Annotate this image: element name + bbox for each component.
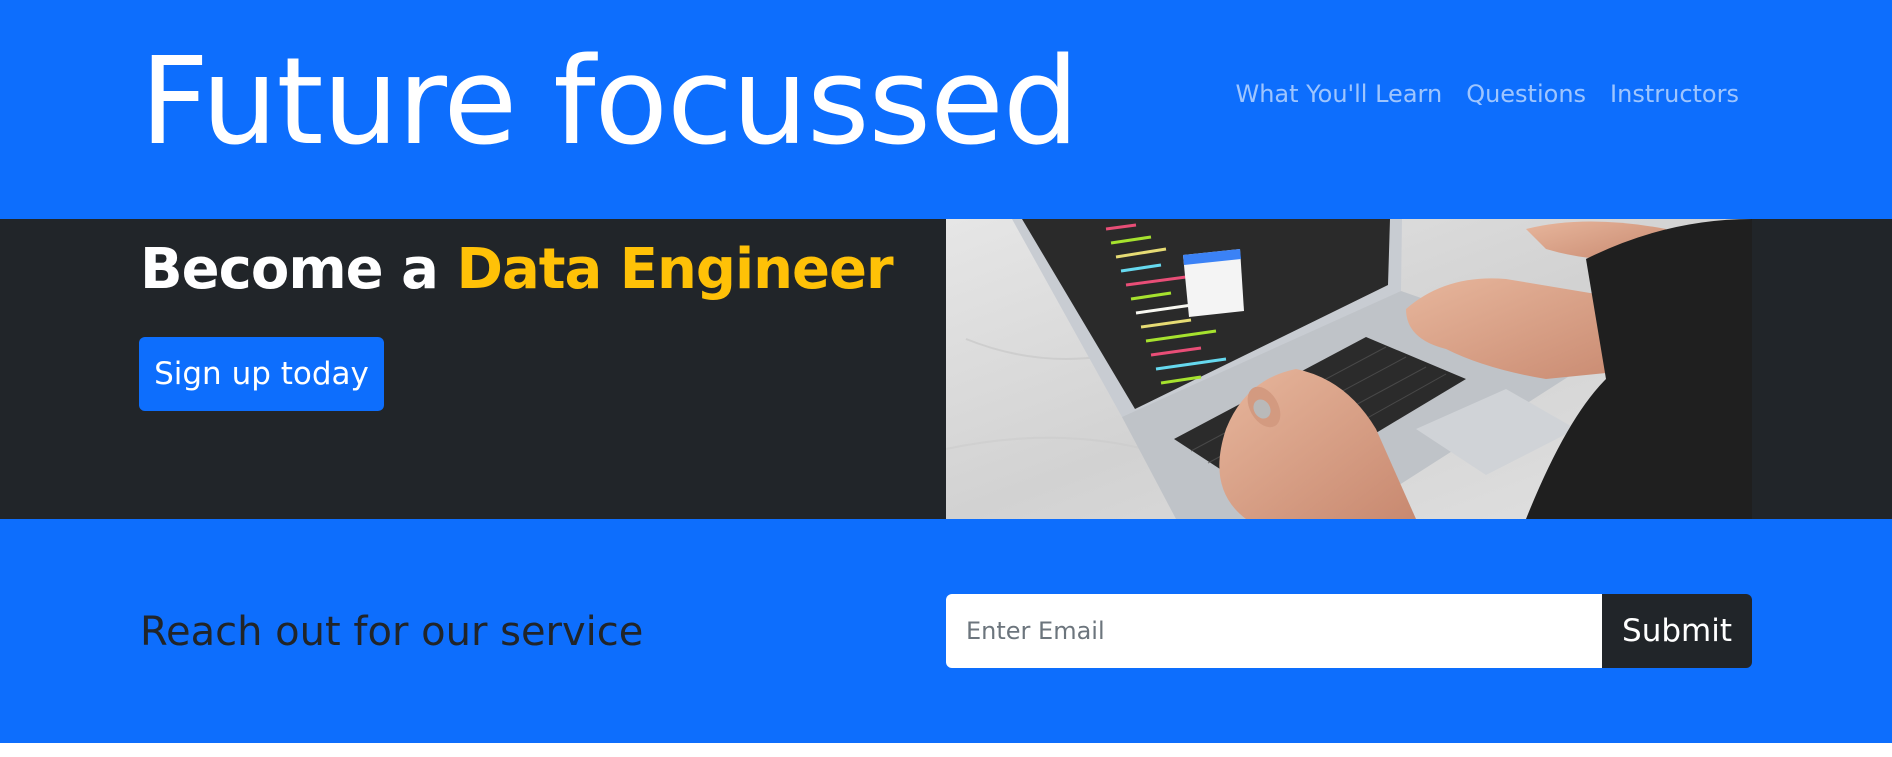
sign-up-button[interactable]: Sign up today bbox=[139, 337, 384, 411]
nav-link-questions[interactable]: Questions bbox=[1466, 76, 1586, 112]
navbar: Future focussed What You'll Learn Questi… bbox=[0, 0, 1892, 219]
nav-link-what-youll-learn[interactable]: What You'll Learn bbox=[1235, 76, 1442, 112]
hero-title-prefix: Become a bbox=[140, 237, 457, 302]
nav-links: What You'll Learn Questions Instructors bbox=[1235, 76, 1739, 112]
brand-title[interactable]: Future focussed bbox=[140, 28, 1079, 178]
nav-link-instructors[interactable]: Instructors bbox=[1610, 76, 1739, 112]
hero-image-laptop bbox=[946, 219, 1752, 519]
email-input[interactable] bbox=[946, 594, 1602, 668]
hero-title-highlight: Data Engineer bbox=[456, 237, 893, 302]
newsletter-title: Reach out for our service bbox=[140, 609, 644, 655]
newsletter-section: Reach out for our service Submit bbox=[0, 519, 1892, 743]
hero-section: Become a Data Engineer Sign up today bbox=[0, 219, 1892, 519]
submit-button[interactable]: Submit bbox=[1602, 594, 1752, 668]
hero-title: Become a Data Engineer bbox=[140, 233, 894, 307]
